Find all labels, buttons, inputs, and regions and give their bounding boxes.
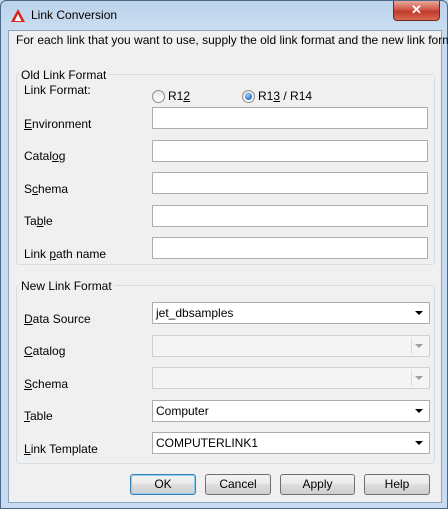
new-table-dropdown[interactable]: Computer xyxy=(152,400,430,422)
radio-r12[interactable] xyxy=(152,90,165,103)
dropdown-arrow-icon xyxy=(415,441,423,445)
apply-button[interactable]: Apply xyxy=(280,474,355,495)
old-table-label: Table xyxy=(24,214,53,228)
radio-r12-label[interactable]: R12 xyxy=(168,89,190,103)
dropdown-arrow-icon xyxy=(415,311,423,315)
environment-input[interactable] xyxy=(152,107,428,129)
new-table-label: Table xyxy=(24,409,53,423)
link-template-value: COMPUTERLINK1 xyxy=(156,436,259,450)
new-schema-label: Schema xyxy=(24,377,69,391)
title-bar[interactable]: Link Conversion ✕ xyxy=(1,1,447,29)
radio-r13-r14-label[interactable]: R13 / R14 xyxy=(258,89,312,103)
autocad-logo-icon xyxy=(11,9,25,22)
dialog-client: For each link that you want to use, supp… xyxy=(8,30,448,503)
old-link-format-label: Old Link Format xyxy=(19,68,109,82)
window-title: Link Conversion xyxy=(31,8,118,22)
data-source-dropdown[interactable]: jet_dbsamples xyxy=(152,302,430,324)
new-schema-dropdown xyxy=(152,367,430,389)
dropdown-separator xyxy=(411,370,412,386)
new-link-format-label: New Link Format xyxy=(19,279,114,293)
ok-button[interactable]: OK xyxy=(130,474,196,495)
data-source-value: jet_dbsamples xyxy=(156,306,234,320)
new-catalog-dropdown xyxy=(152,335,430,357)
link-template-label: Link Template xyxy=(24,442,98,456)
new-catalog-label: Catalog xyxy=(24,344,66,358)
old-schema-label: Schema xyxy=(24,182,69,196)
help-button[interactable]: Help xyxy=(364,474,430,495)
new-table-value: Computer xyxy=(156,404,209,418)
link-path-name-label: Link path name xyxy=(24,247,107,261)
radio-r13-r14[interactable] xyxy=(242,90,255,103)
dropdown-arrow-icon xyxy=(415,376,423,380)
environment-label: Environment xyxy=(24,117,92,131)
old-schema-input[interactable] xyxy=(152,172,428,194)
link-path-name-input[interactable] xyxy=(152,237,428,259)
old-catalog-input[interactable] xyxy=(152,140,428,162)
link-format-label: Link Format: xyxy=(24,83,91,97)
close-button[interactable]: ✕ xyxy=(393,1,440,21)
link-template-dropdown[interactable]: COMPUTERLINK1 xyxy=(152,432,430,454)
dropdown-separator xyxy=(411,338,412,354)
dropdown-arrow-icon xyxy=(415,344,423,348)
cancel-button[interactable]: Cancel xyxy=(205,474,271,495)
data-source-label: Data Source xyxy=(24,312,91,326)
old-catalog-label: Catalog xyxy=(24,149,66,163)
dropdown-arrow-icon xyxy=(415,409,423,413)
old-table-input[interactable] xyxy=(152,205,428,227)
link-conversion-dialog: Link Conversion ✕ For each link that you… xyxy=(0,0,448,509)
instructions-text: For each link that you want to use, supp… xyxy=(16,33,448,47)
